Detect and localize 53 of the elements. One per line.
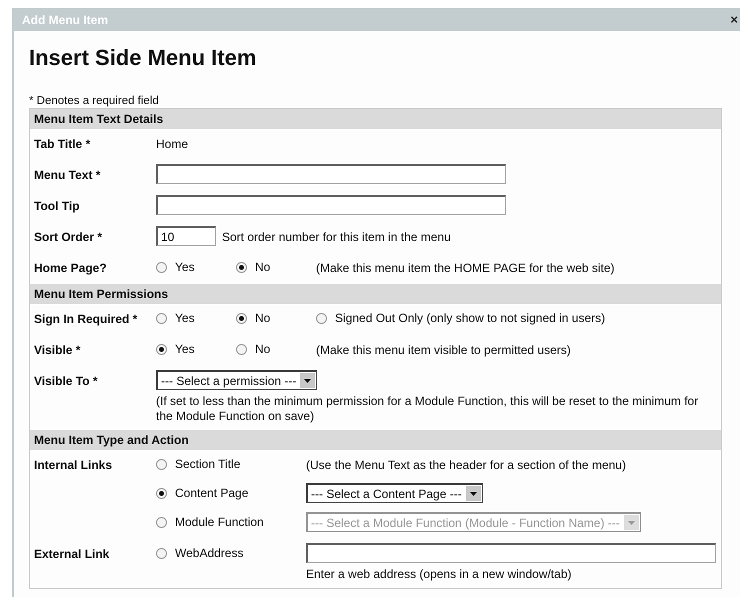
radio-option[interactable]: Module Function: [156, 512, 300, 529]
page-heading: Insert Side Menu Item: [29, 45, 256, 71]
field-label: Menu Text *: [34, 167, 102, 184]
radio-button[interactable]: [156, 262, 167, 272]
hint-text: (Make this menu item the HOME PAGE for the web site): [316, 260, 615, 275]
help-text: Enter a web address (opens in a new window/tab): [306, 567, 572, 582]
radio-option[interactable]: Content Page: [156, 483, 300, 500]
dropdown[interactable]: --- Select a permission ---: [156, 370, 318, 390]
field-label: Home Page?: [34, 260, 108, 277]
field-label: Sort Order *: [34, 229, 104, 246]
section-header: Menu Item Permissions: [30, 284, 721, 304]
section-header: Menu Item Text Details: [30, 109, 721, 129]
section-header: Menu Item Type and Action: [30, 430, 721, 450]
hint-text: (Use the Menu Text as the header for a section of the menu): [306, 457, 626, 472]
radio-option[interactable]: No: [236, 308, 310, 325]
radio-button[interactable]: [236, 344, 247, 354]
field-label: Tool Tip: [34, 198, 81, 215]
help-text: (If set to less than the minimum permission for a Module Function, this will be reset to the minimum for the Module Function on save): [156, 394, 700, 424]
radio-option[interactable]: No: [236, 339, 310, 356]
close-button[interactable]: ×: [730, 12, 740, 27]
dropdown-arrow-icon: [624, 515, 639, 530]
field-label: Sign In Required *: [34, 311, 138, 328]
radio-option[interactable]: Signed Out Only (only show to not signed in users): [316, 308, 606, 325]
radio-button[interactable]: [156, 516, 167, 528]
text-field[interactable]: 10: [156, 226, 216, 246]
radio-button[interactable]: [156, 312, 167, 324]
text-field[interactable]: [156, 164, 506, 184]
text-field[interactable]: [156, 195, 506, 215]
hint-text: (Make this menu item visible to permitted users): [316, 342, 571, 357]
radio-option[interactable]: Section Title: [156, 454, 300, 471]
text-field[interactable]: [306, 543, 716, 563]
required-note: * Denotes a required field: [29, 95, 160, 107]
field-label: Visible To *: [34, 373, 99, 390]
radio-button[interactable]: [156, 548, 167, 558]
field-label: Internal Links: [34, 457, 114, 474]
radio-button[interactable]: [236, 262, 247, 272]
field-label: External Link: [34, 546, 110, 563]
radio-button[interactable]: [316, 312, 327, 324]
field-label: Tab Title *: [34, 136, 92, 153]
radio-button[interactable]: [156, 344, 167, 354]
radio-button[interactable]: [156, 458, 167, 470]
window-title: Add Menu Item: [22, 12, 108, 26]
radio-option[interactable]: WebAddress: [156, 543, 300, 560]
radio-option[interactable]: Yes: [156, 257, 230, 274]
radio-button[interactable]: [156, 488, 167, 498]
hint-text: Home: [156, 136, 188, 151]
radio-option[interactable]: Yes: [156, 308, 230, 325]
radio-option[interactable]: No: [236, 257, 310, 274]
radio-option[interactable]: Yes: [156, 339, 230, 356]
field-label: Visible *: [34, 342, 82, 359]
dropdown[interactable]: --- Select a Content Page ---: [306, 483, 483, 503]
radio-button[interactable]: [236, 312, 247, 324]
hint-text: Sort order number for this item in the menu: [222, 229, 451, 244]
